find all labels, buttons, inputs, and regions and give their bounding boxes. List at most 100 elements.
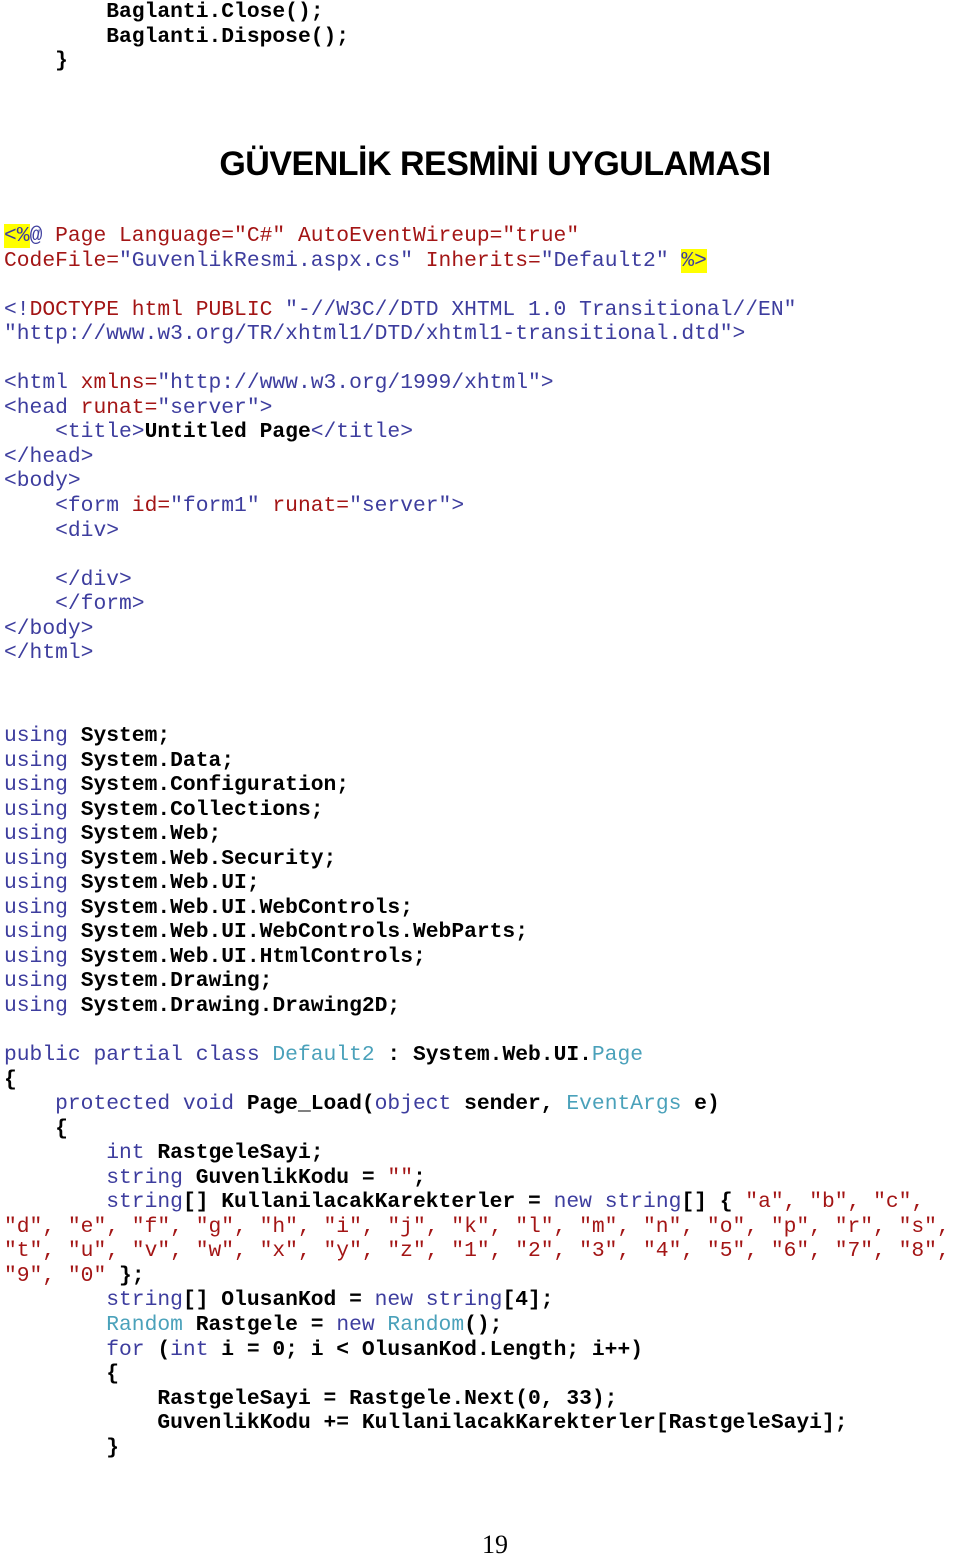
using-namespace: System.Web.UI.WebControls;: [80, 895, 413, 920]
code-text: sender,: [451, 1092, 567, 1117]
using-namespace: System.Collections;: [80, 797, 324, 822]
code-line: </form>: [4, 592, 145, 617]
code-line: <title>Untitled Page</title>: [4, 420, 413, 444]
using-keyword: using: [4, 994, 68, 1019]
code-text: Baglanti.Close();: [106, 0, 324, 24]
code-text: ;: [412, 1165, 426, 1190]
code-text: int: [106, 1141, 145, 1166]
code-block-csharp: public partial class Default2 : System.W…: [4, 1043, 950, 1460]
code-text: };: [106, 1263, 145, 1288]
code-line: <head runat="server">: [4, 396, 272, 420]
code-text: Rastgele =: [182, 1313, 337, 1338]
code-text: new: [374, 1288, 413, 1313]
code-text: GuvenlikKodu += KullanilacakKarekterler[…: [157, 1411, 848, 1436]
code-text: Page_Load(: [234, 1092, 375, 1117]
using-line: using System.Collections;: [4, 798, 324, 822]
code-text: {: [106, 1362, 120, 1387]
code-text: {: [55, 1116, 68, 1141]
code-text: string: [106, 1165, 183, 1190]
code-text: : System.Web.UI.: [374, 1043, 592, 1067]
section-title: GÜVENLİK RESMİNİ UYGULAMASI: [219, 145, 771, 183]
directive-open: <%: [4, 224, 30, 248]
code-text: <head: [4, 395, 68, 420]
using-line: using System.Web.Security;: [4, 847, 336, 871]
code-line: string[] OlusanKod = new string[4];: [4, 1288, 553, 1313]
page-number: 19: [482, 1530, 508, 1559]
code-text: for: [106, 1337, 145, 1362]
using-keyword: using: [4, 724, 68, 748]
code-text: <form: [4, 494, 120, 519]
code-text: runat=: [259, 494, 350, 519]
code-text: [] {: [681, 1190, 746, 1215]
using-line: using System.Web.UI.WebControls;: [4, 896, 413, 920]
using-namespace: System;: [80, 724, 171, 748]
code-text: Inherits=: [412, 248, 541, 273]
code-text: string: [604, 1190, 682, 1215]
using-keyword: using: [4, 797, 68, 822]
code-text: }: [106, 1435, 120, 1460]
using-namespace: System.Data;: [80, 748, 235, 773]
code-text: "Default2": [540, 248, 669, 273]
code-line: public partial class Default2 : System.W…: [4, 1043, 643, 1067]
code-block-usings: using System; using System.Data; using S…: [4, 724, 528, 1019]
code-line: <div>: [4, 518, 120, 543]
code-line: </body>: [4, 616, 94, 641]
code-text: (: [144, 1337, 171, 1362]
using-namespace: System.Drawing.Drawing2D;: [80, 994, 401, 1019]
code-text: "server">: [157, 395, 273, 420]
code-block-previous: Baglanti.Close(); Baglanti.Dispose(); }: [4, 0, 349, 74]
code-text: [] OlusanKod =: [182, 1288, 375, 1313]
code-line: <body>: [4, 469, 81, 494]
using-line: using System.Configuration;: [4, 773, 349, 797]
code-text: Page Language="C#" AutoEventWireup="true…: [42, 224, 580, 248]
code-text: Page: [591, 1043, 644, 1067]
code-text: Random: [106, 1313, 183, 1338]
code-text: int: [170, 1337, 209, 1362]
using-keyword: using: [4, 920, 68, 945]
code-text: new: [553, 1190, 592, 1215]
code-line: GuvenlikKodu += KullanilacakKarekterler[…: [4, 1411, 848, 1436]
code-line: for (int i = 0; i < OlusanKod.Length; i+…: [4, 1338, 643, 1362]
code-text: CodeFile=: [4, 248, 120, 273]
code-line: Baglanti.Close();: [4, 0, 324, 24]
using-line: using System.Drawing;: [4, 969, 272, 993]
code-line: "t", "u", "v", "w", "x", "y", "z", "1", …: [4, 1239, 950, 1264]
code-text: "http://www.w3.org/1999/xhtml">: [157, 371, 554, 396]
code-line: {: [4, 1362, 119, 1386]
code-text: <!: [4, 297, 30, 322]
using-line: using System.Web.UI.WebControls.WebParts…: [4, 920, 528, 944]
code-text: id=: [119, 494, 171, 519]
using-keyword: using: [4, 969, 68, 994]
code-line: <html xmlns="http://www.w3.org/1999/xhtm…: [4, 371, 554, 395]
code-text: "": [387, 1165, 413, 1190]
code-text: @: [29, 224, 43, 248]
code-text: string: [106, 1288, 183, 1313]
code-text: protected void: [55, 1092, 235, 1117]
code-text: i = 0; i < OlusanKod.Length; i++): [208, 1337, 644, 1362]
code-line: Random Rastgele = new Random();: [4, 1313, 502, 1337]
using-namespace: System.Web.UI;: [80, 871, 260, 896]
code-text: string: [413, 1288, 503, 1313]
code-text: object: [374, 1092, 452, 1117]
code-line: int RastgeleSayi;: [4, 1141, 324, 1166]
code-line: "9", "0" };: [4, 1264, 145, 1288]
code-line: </html>: [4, 641, 94, 666]
using-namespace: System.Web.Security;: [80, 846, 337, 871]
using-namespace: System.Drawing;: [80, 969, 273, 994]
using-line: using System.Web;: [4, 822, 221, 846]
using-keyword: using: [4, 822, 68, 847]
code-text: "form1": [170, 494, 260, 519]
code-text: new: [336, 1313, 375, 1338]
code-line: "http://www.w3.org/TR/xhtml1/DTD/xhtml1-…: [4, 322, 746, 347]
code-text: RastgeleSayi = Rastgele.Next(0, 33);: [157, 1386, 618, 1411]
code-text: GuvenlikKodu =: [182, 1165, 388, 1190]
code-text: <title>: [4, 420, 145, 445]
using-line: using System.Web.UI.HtmlControls;: [4, 945, 426, 969]
code-line: <!DOCTYPE html PUBLIC "-//W3C//DTD XHTML…: [4, 298, 796, 322]
code-text: EventArgs: [566, 1092, 682, 1117]
code-text: RastgeleSayi;: [144, 1141, 324, 1166]
code-line: RastgeleSayi = Rastgele.Next(0, 33);: [4, 1387, 617, 1411]
code-text: e): [681, 1092, 720, 1117]
using-namespace: System.Configuration;: [80, 773, 350, 798]
code-text: Default2: [272, 1043, 375, 1067]
